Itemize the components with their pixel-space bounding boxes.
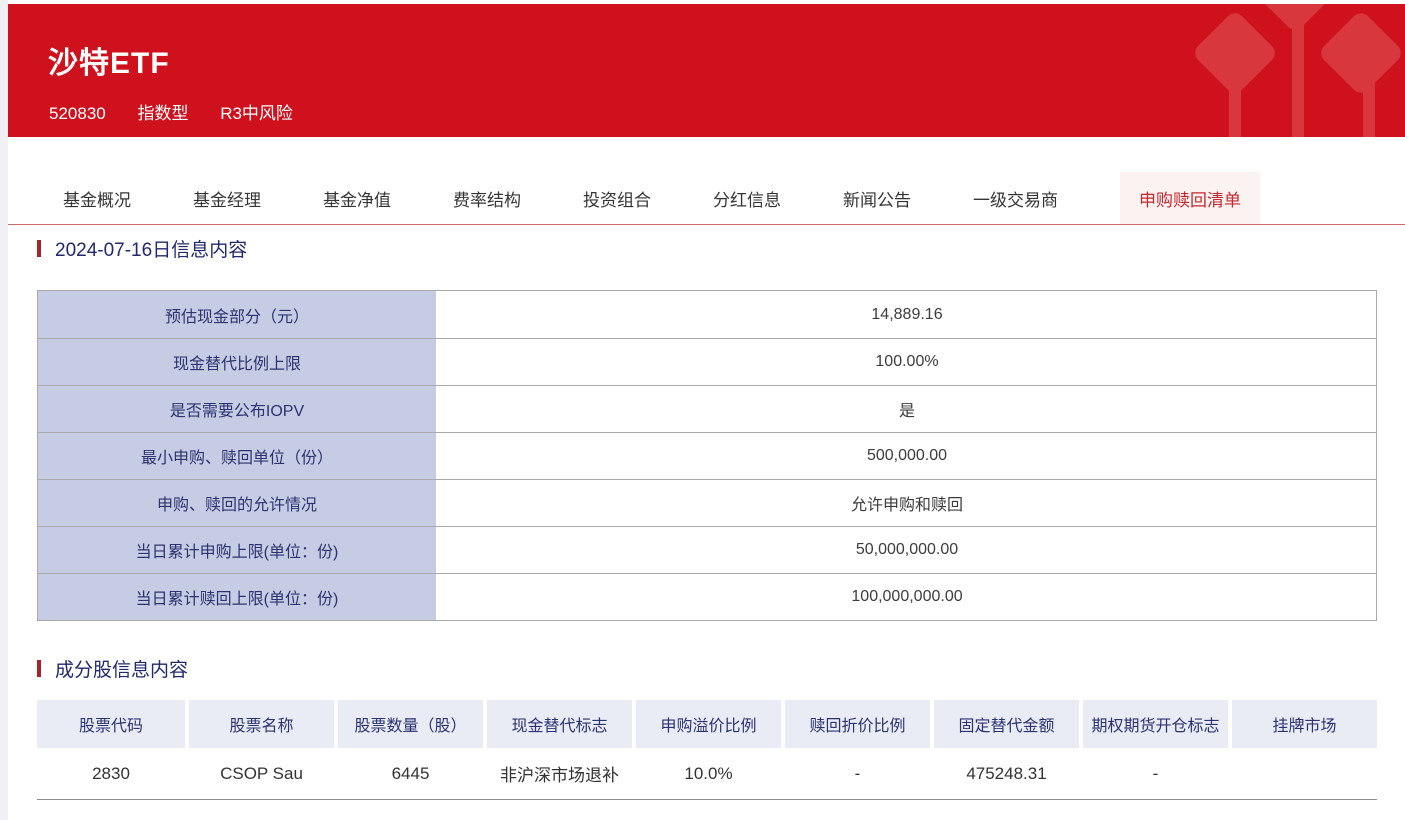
holdings-cell	[1232, 748, 1377, 799]
tab-1[interactable]: 基金概况	[63, 172, 131, 224]
fund-type: 指数型	[137, 104, 188, 123]
section-title-daily-info: 2024-07-16日信息内容	[37, 234, 247, 262]
fund-title: 沙特ETF	[8, 4, 1405, 82]
tab-5[interactable]: 投资组合	[583, 172, 651, 224]
fund-risk-level: R3中风险	[220, 104, 293, 123]
holdings-column-header: 固定替代金额	[934, 700, 1079, 748]
holdings-table-header: 股票代码股票名称股票数量（股）现金替代标志申购溢价比例赎回折价比例固定替代金额期…	[37, 700, 1377, 748]
info-row: 申购、赎回的允许情况允许申购和赎回	[38, 479, 1376, 526]
info-row-label: 最小申购、赎回单位（份）	[38, 433, 438, 479]
info-row: 预估现金部分（元）14,889.16	[38, 291, 1376, 338]
info-row-value: 100,000,000.00	[438, 574, 1376, 620]
holdings-cell: CSOP Sau	[189, 748, 334, 799]
info-row-value: 100.00%	[438, 339, 1376, 385]
page-left-margin	[0, 0, 8, 820]
info-row: 当日累计赎回上限(单位：份)100,000,000.00	[38, 573, 1376, 620]
holdings-table-row: 2830CSOP Sau6445非沪深市场退补10.0%-475248.31-	[37, 748, 1377, 800]
info-row-value: 是	[438, 386, 1376, 432]
info-row-label: 现金替代比例上限	[38, 339, 438, 385]
section-bar-icon	[37, 660, 41, 677]
section-title-holdings: 成分股信息内容	[37, 654, 188, 682]
info-row-value: 14,889.16	[438, 291, 1376, 338]
section-title-text: 成分股信息内容	[55, 655, 188, 682]
holdings-cell: 6445	[338, 748, 483, 799]
holdings-column-header: 股票数量（股）	[338, 700, 483, 748]
fund-header: 沙特ETF 520830 指数型 R3中风险	[8, 4, 1405, 137]
info-row: 是否需要公布IOPV是	[38, 385, 1376, 432]
info-row-value: 允许申购和赎回	[438, 480, 1376, 526]
section-bar-icon	[37, 240, 41, 257]
holdings-cell: 非沪深市场退补	[487, 748, 632, 799]
info-row-label: 申购、赎回的允许情况	[38, 480, 438, 526]
info-row: 最小申购、赎回单位（份）500,000.00	[38, 432, 1376, 479]
section-title-text: 2024-07-16日信息内容	[55, 235, 247, 262]
info-row: 现金替代比例上限100.00%	[38, 338, 1376, 385]
info-row-label: 是否需要公布IOPV	[38, 386, 438, 432]
holdings-cell: 475248.31	[934, 748, 1079, 799]
info-row-label: 当日累计赎回上限(单位：份)	[38, 574, 438, 620]
info-row-value: 500,000.00	[438, 433, 1376, 479]
tab-8[interactable]: 一级交易商	[973, 172, 1058, 224]
tab-2[interactable]: 基金经理	[193, 172, 261, 224]
holdings-column-header: 挂牌市场	[1232, 700, 1377, 748]
holdings-column-header: 股票名称	[189, 700, 334, 748]
tab-4[interactable]: 费率结构	[453, 172, 521, 224]
holdings-table: 股票代码股票名称股票数量（股）现金替代标志申购溢价比例赎回折价比例固定替代金额期…	[37, 700, 1377, 800]
tab-3[interactable]: 基金净值	[323, 172, 391, 224]
holdings-column-header: 现金替代标志	[487, 700, 632, 748]
tab-6[interactable]: 分红信息	[713, 172, 781, 224]
info-row-label: 预估现金部分（元）	[38, 291, 438, 338]
tab-9[interactable]: 申购赎回清单	[1120, 172, 1260, 224]
holdings-cell: 10.0%	[636, 748, 781, 799]
holdings-cell: -	[785, 748, 930, 799]
info-row-label: 当日累计申购上限(单位：份)	[38, 527, 438, 573]
info-row-value: 50,000,000.00	[438, 527, 1376, 573]
info-row: 当日累计申购上限(单位：份)50,000,000.00	[38, 526, 1376, 573]
holdings-cell: 2830	[37, 748, 185, 799]
fund-nav-tabs: 基金概况 基金经理 基金净值 费率结构 投资组合 分红信息 新闻公告 一级交易商 申购赎回清单	[8, 137, 1405, 225]
fund-subtitle: 520830 指数型 R3中风险	[8, 82, 1405, 124]
daily-info-table: 预估现金部分（元）14,889.16现金替代比例上限100.00%是否需要公布I…	[37, 290, 1377, 621]
holdings-column-header: 期权期货开仓标志	[1083, 700, 1228, 748]
holdings-column-header: 股票代码	[37, 700, 185, 748]
fund-code: 520830	[49, 104, 106, 123]
holdings-column-header: 赎回折价比例	[785, 700, 930, 748]
holdings-cell: -	[1083, 748, 1228, 799]
holdings-column-header: 申购溢价比例	[636, 700, 781, 748]
tab-7[interactable]: 新闻公告	[843, 172, 911, 224]
